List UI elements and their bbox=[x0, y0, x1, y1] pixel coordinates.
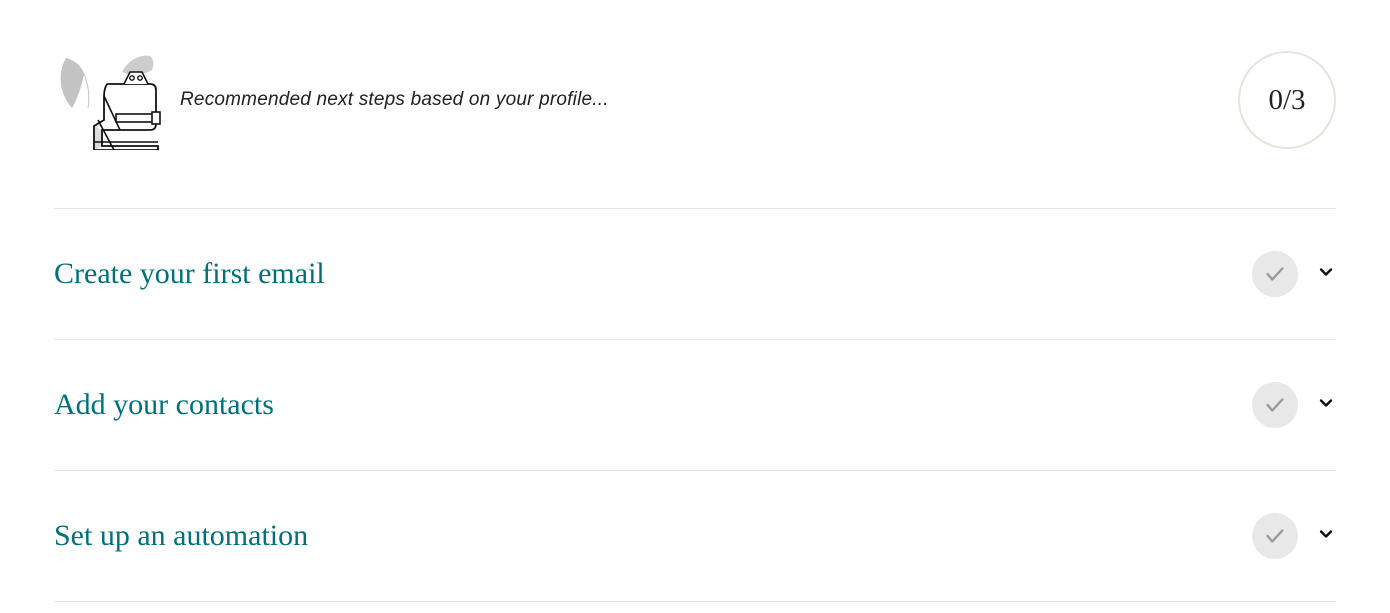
step-add-contacts[interactable]: Add your contacts bbox=[54, 340, 1336, 471]
recommendation-subtitle: Recommended next steps based on your pro… bbox=[180, 89, 609, 111]
chevron-down-icon bbox=[1316, 262, 1336, 287]
step-complete-icon bbox=[1252, 251, 1298, 297]
step-create-first-email[interactable]: Create your first email bbox=[54, 209, 1336, 340]
progress-counter: 0/3 bbox=[1238, 51, 1336, 149]
chevron-down-icon bbox=[1316, 393, 1336, 418]
step-title: Set up an automation bbox=[54, 519, 308, 553]
progress-text: 0/3 bbox=[1268, 84, 1305, 117]
onboarding-steps-list: Create your first email Add your contact… bbox=[54, 208, 1336, 602]
flying-shoe-illustration-icon bbox=[54, 50, 164, 150]
step-title: Create your first email bbox=[54, 257, 325, 291]
step-complete-icon bbox=[1252, 382, 1298, 428]
onboarding-header: Recommended next steps based on your pro… bbox=[54, 50, 1336, 208]
chevron-down-icon bbox=[1316, 524, 1336, 549]
step-title: Add your contacts bbox=[54, 388, 274, 422]
step-complete-icon bbox=[1252, 513, 1298, 559]
step-setup-automation[interactable]: Set up an automation bbox=[54, 471, 1336, 602]
